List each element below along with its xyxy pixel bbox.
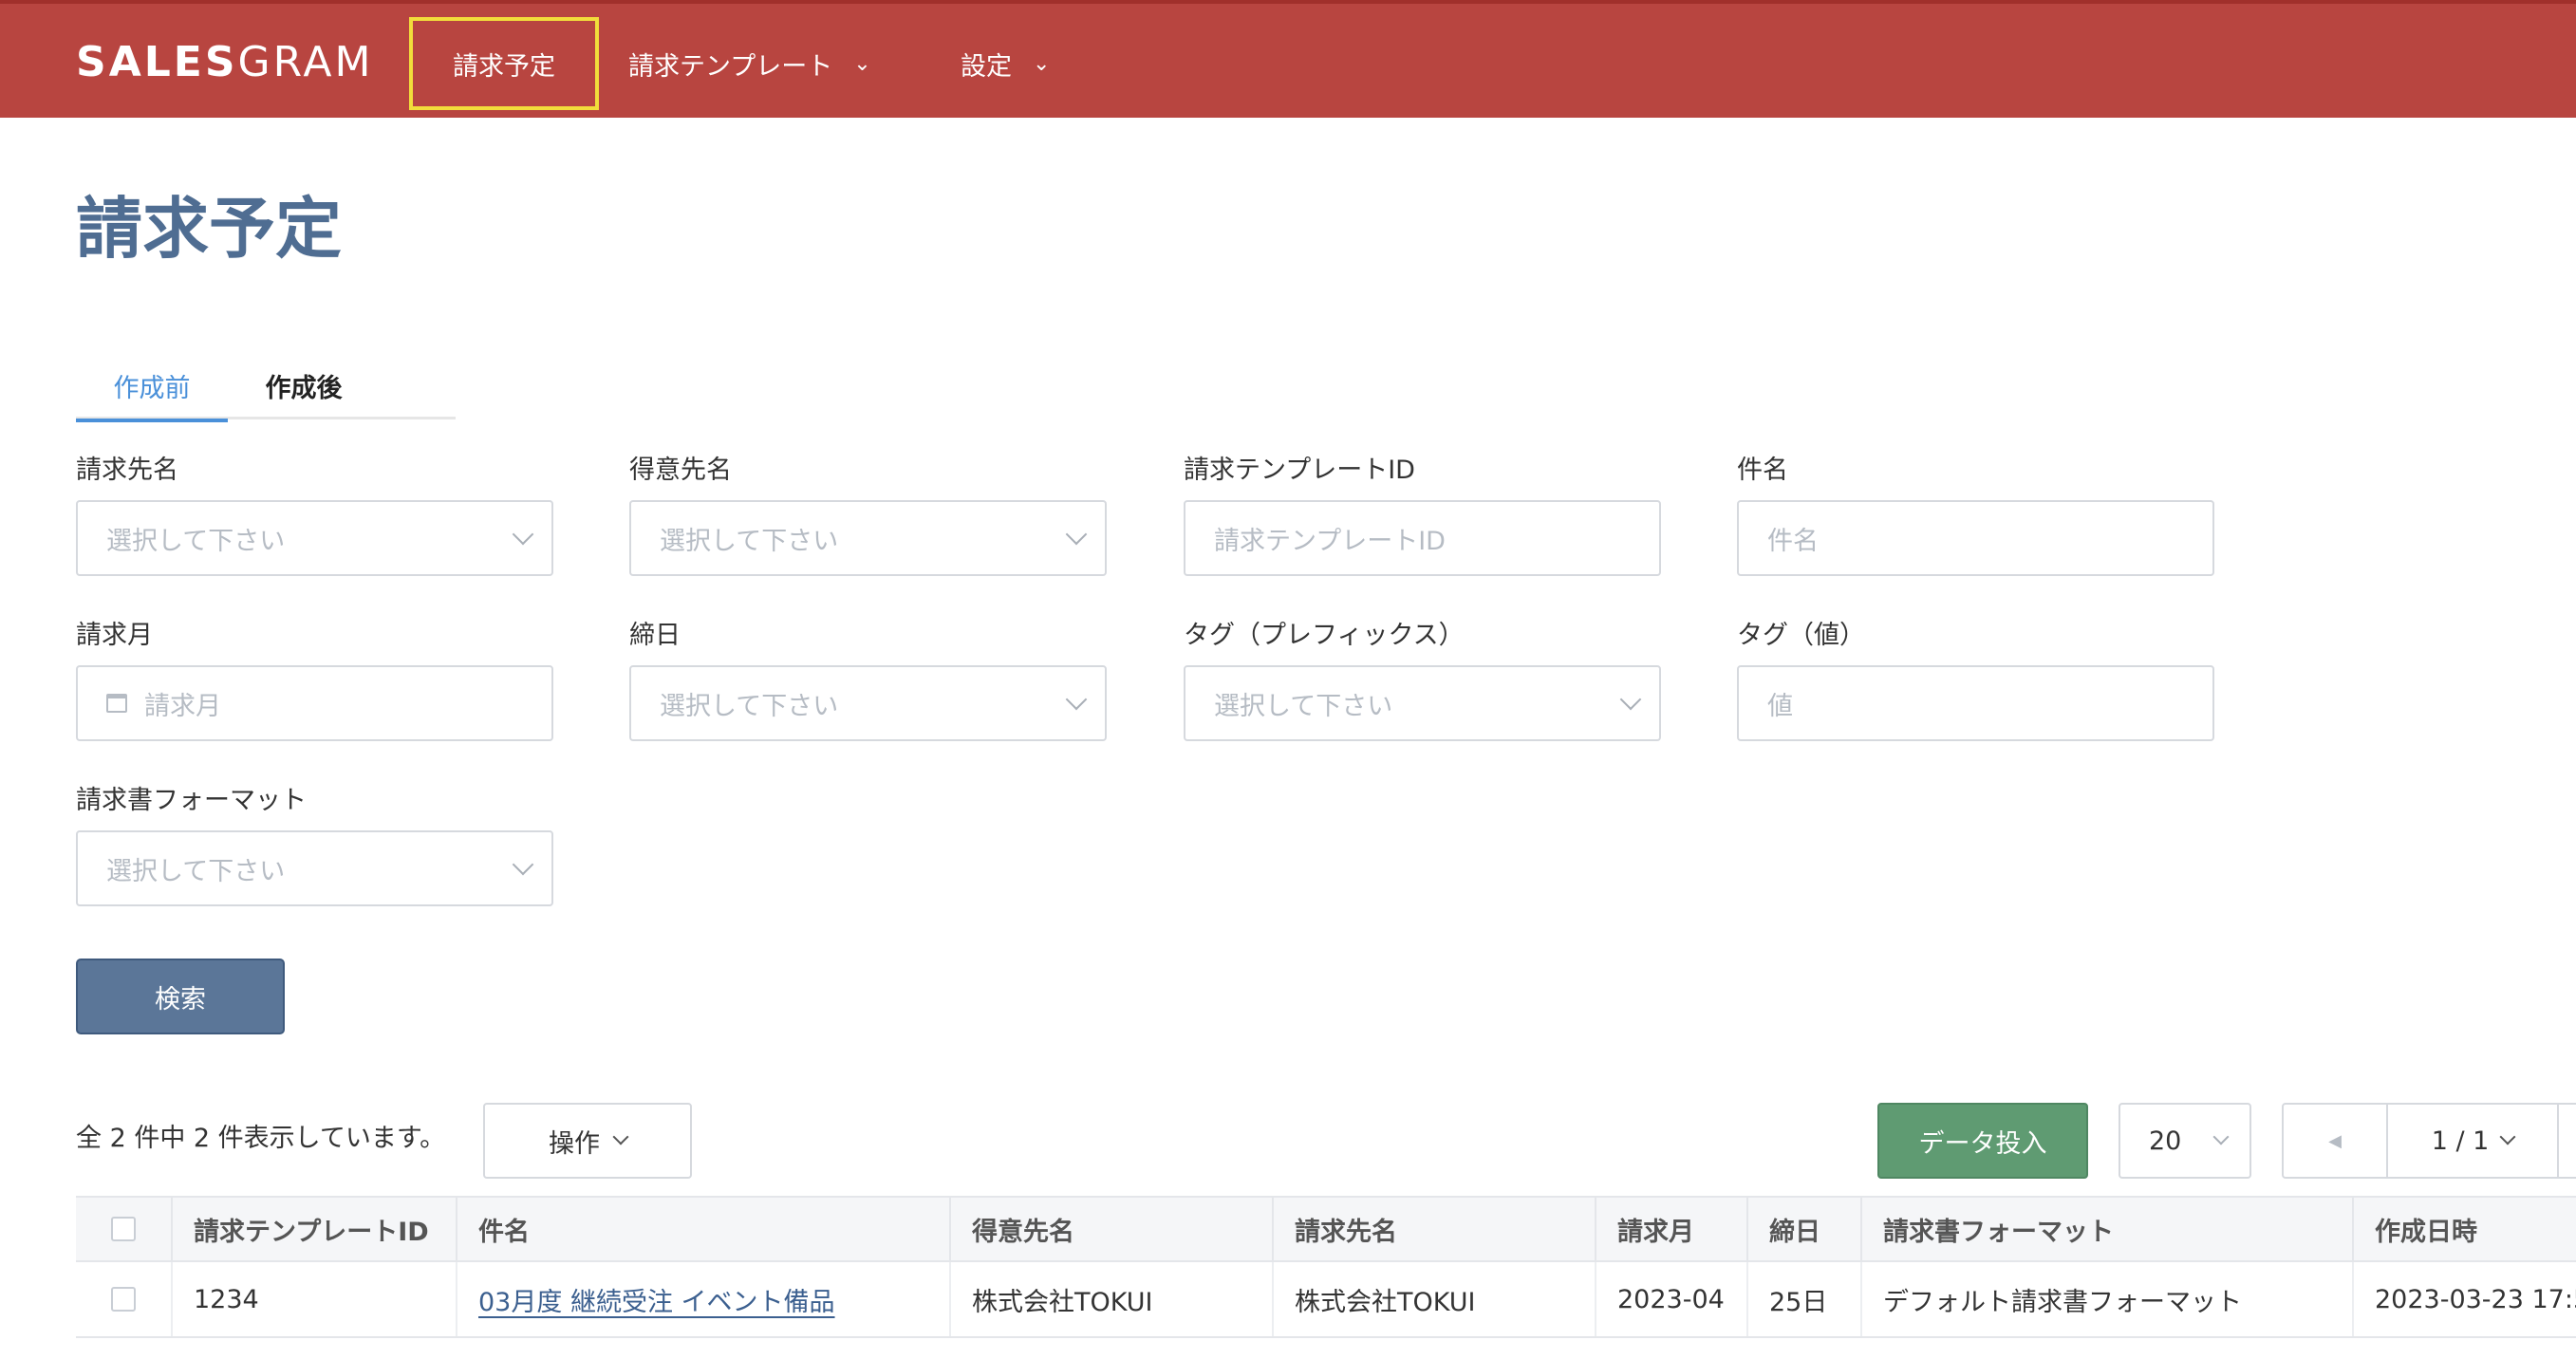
prev-page-button[interactable]: ◀ [2284,1105,2388,1177]
cell-format: デフォルト請求書フォーマット [1860,1262,2352,1336]
page-size-value: 20 [2149,1126,2182,1156]
nav-label: 設定 [961,51,1012,82]
select-placeholder: 選択して下さい [106,856,286,886]
input-placeholder: 値 [1767,691,1793,721]
invoice-format-label: 請求書フォーマット [76,786,307,815]
column-header-format[interactable]: 請求書フォーマット [1860,1198,2352,1260]
page-size-select[interactable]: 20 [2119,1103,2251,1179]
tab-label: 作成後 [265,373,343,403]
cell-month: 2023-04 [1595,1262,1746,1336]
chevron-down-icon [512,853,534,876]
nav-label: 請求テンプレート [628,51,833,82]
caret-left-icon: ◀ [2328,1130,2342,1151]
chevron-down-icon [2212,1128,2230,1145]
billing-name-select[interactable]: 選択して下さい [76,500,553,576]
cell-billing-to: 株式会社TOKUI [1272,1262,1595,1336]
pagination: ◀ 1 / 1 [2282,1103,2576,1179]
chevron-down-icon: ⌄ [853,51,871,76]
closing-day-select[interactable]: 選択して下さい [629,665,1107,741]
tag-value-input[interactable]: 値 [1737,665,2214,741]
chevron-down-icon: ⌄ [1033,51,1051,76]
template-id-input[interactable]: 請求テンプレートID [1184,500,1661,576]
page-select[interactable]: 1 / 1 [2388,1105,2559,1177]
page-indicator: 1 / 1 [2431,1126,2490,1156]
subject-link[interactable]: 03月度 継続受注 イベント備品 [478,1281,835,1318]
operations-dropdown-button[interactable]: 操作 [483,1103,692,1179]
search-button[interactable]: 検索 [76,959,285,1034]
header-select-all-cell [76,1198,171,1260]
tag-value-label: タグ（値） [1737,621,1865,650]
column-header-month[interactable]: 請求月 [1595,1198,1746,1260]
operations-label: 操作 [549,1128,600,1159]
select-placeholder: 選択して下さい [106,526,286,556]
row-checkbox[interactable] [111,1287,136,1312]
input-placeholder: 請求テンプレートID [1214,526,1446,556]
tab-before-creation[interactable]: 作成前 [76,351,228,422]
logo-light-text: GRAM [237,38,374,86]
column-header-closing[interactable]: 締日 [1746,1198,1860,1260]
chevron-down-icon [1619,688,1642,711]
chevron-down-icon [1065,688,1088,711]
tag-prefix-select[interactable]: 選択して下さい [1184,665,1661,741]
column-header-customer[interactable]: 得意先名 [949,1198,1272,1260]
customer-name-select[interactable]: 選択して下さい [629,500,1107,576]
billing-month-picker[interactable]: 請求月 [76,665,553,741]
select-placeholder: 選択して下さい [660,691,839,721]
subject-input[interactable]: 件名 [1737,500,2214,576]
table-header-row: 請求テンプレートID 件名 得意先名 請求先名 請求月 締日 請求書フォーマット… [76,1196,2576,1262]
billing-name-label: 請求先名 [76,456,178,485]
nav-item-settings[interactable]: 設定 ⌄ [961,17,1050,110]
result-count-text: 全 2 件中 2 件表示しています。 [76,1124,446,1153]
salesgram-logo[interactable]: SALESGRAM [76,36,373,89]
status-tabs: 作成前 作成後 [76,351,456,422]
invoice-format-select[interactable]: 選択して下さい [76,830,553,906]
column-header-billing-to[interactable]: 請求先名 [1272,1198,1595,1260]
tab-after-creation[interactable]: 作成後 [228,351,380,419]
nav-item-billing-template[interactable]: 請求テンプレート ⌄ [628,17,871,110]
cell-subject: 03月度 継続受注 イベント備品 [456,1262,949,1336]
chevron-down-icon [2499,1128,2516,1145]
chevron-down-icon [512,523,534,546]
tab-label: 作成前 [113,373,191,403]
cell-closing: 25日 [1746,1262,1860,1336]
cell-template-id: 1234 [171,1262,456,1336]
top-border [0,0,2576,4]
select-placeholder: 選択して下さい [660,526,839,556]
logo-bold-text: SALES [76,38,238,86]
input-placeholder: 請求月 [144,691,221,721]
select-placeholder: 選択して下さい [1214,691,1393,721]
customer-name-label: 得意先名 [629,456,732,485]
calendar-icon [106,694,127,713]
nav-label: 請求予定 [453,51,555,82]
subject-label: 件名 [1737,456,1788,485]
column-header-created[interactable]: 作成日時 [2352,1198,2576,1260]
select-all-checkbox[interactable] [111,1217,136,1241]
chevron-down-icon [1065,523,1088,546]
column-header-subject[interactable]: 件名 [456,1198,949,1260]
page-title: 請求予定 [76,190,342,268]
column-header-template-id[interactable]: 請求テンプレートID [171,1198,456,1260]
closing-day-label: 締日 [629,621,681,650]
cell-customer: 株式会社TOKUI [949,1262,1272,1336]
input-placeholder: 件名 [1767,526,1819,556]
data-import-button[interactable]: データ投入 [1877,1103,2088,1179]
billing-month-label: 請求月 [76,621,153,650]
top-navigation-bar: SALESGRAM 請求予定 請求テンプレート ⌄ 設定 ⌄ [0,0,2576,118]
table-row: 1234 03月度 継続受注 イベント備品 株式会社TOKUI 株式会社TOKU… [76,1262,2576,1338]
tag-prefix-label: タグ（プレフィックス） [1184,621,1465,650]
row-select-cell [76,1262,171,1336]
template-id-label: 請求テンプレートID [1184,456,1415,485]
cell-created: 2023-03-23 17:50 [2352,1262,2576,1336]
nav-item-billing-schedule[interactable]: 請求予定 [409,17,599,110]
chevron-down-icon [612,1128,629,1145]
